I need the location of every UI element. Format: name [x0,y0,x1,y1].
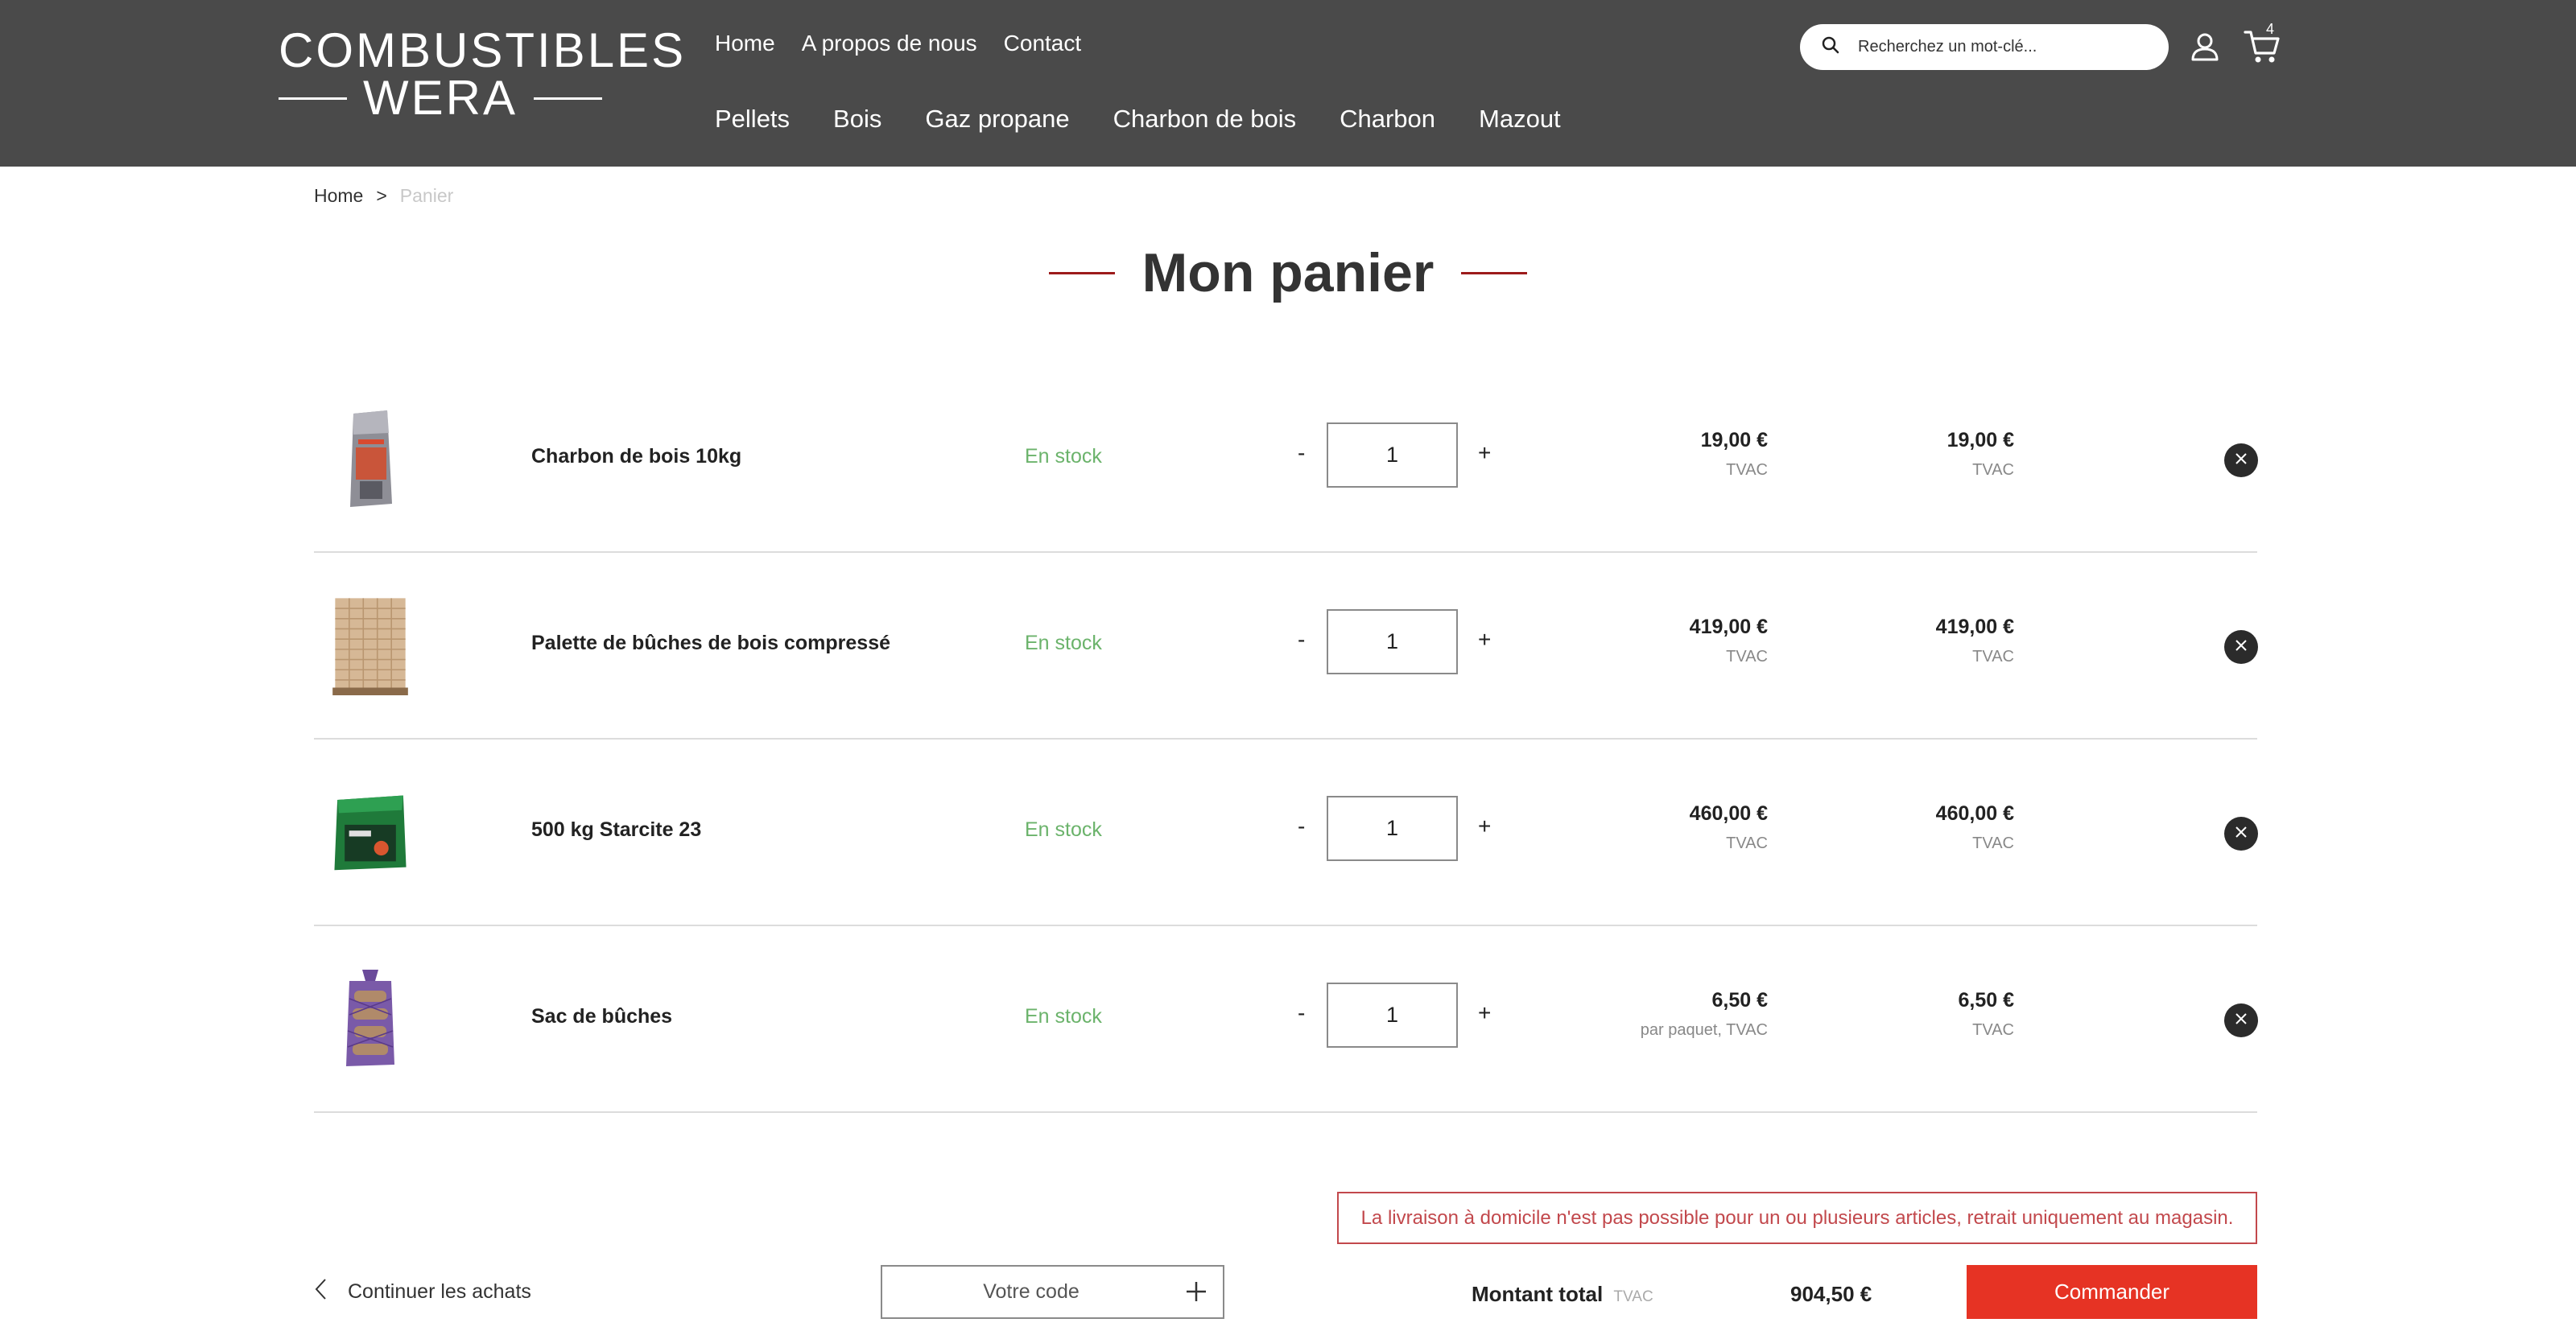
product-name[interactable]: 500 kg Starcite 23 [531,818,701,842]
unit-price-note: TVAC [1726,461,1768,479]
total-amount: 904,50 € [1790,1282,1872,1306]
unit-price-note: par paquet, TVAC [1640,1021,1768,1039]
order-button[interactable]: Commander [1967,1265,2257,1319]
quantity-input[interactable] [1327,422,1458,488]
line-total: 460,00 € [1935,802,2014,825]
plus-icon[interactable] [1184,1279,1208,1308]
main-nav: Pellets Bois Gaz propane Charbon de bois… [715,105,1561,134]
stock-status: En stock [1025,632,1102,654]
breadcrumb-separator: > [376,185,387,206]
coupon-input[interactable] [882,1280,1180,1304]
breadcrumb: Home > Panier [314,185,453,207]
cart-icon[interactable] [2244,29,2281,68]
close-icon [2234,638,2248,657]
remove-item-button[interactable] [2224,443,2258,477]
quantity-increase-button[interactable]: + [1478,814,1491,839]
main-nav-bois[interactable]: Bois [833,105,881,134]
quantity-increase-button[interactable]: + [1478,627,1491,653]
total-label-text: Montant total [1472,1282,1604,1306]
cart-row: Sac de bûches En stock - + 6,50 € par pa… [314,926,2258,1113]
quantity-input[interactable] [1327,609,1458,674]
search-icon[interactable] [1821,35,1840,59]
continue-shopping-label: Continuer les achats [348,1280,531,1303]
logo-bottom: WERA [279,74,602,122]
stock-status: En stock [1025,818,1102,841]
unit-price: 460,00 € [1689,802,1768,825]
logo-divider-left [279,97,347,100]
line-total-note: TVAC [1972,648,2014,666]
unit-price-note: TVAC [1726,648,1768,666]
search-input[interactable] [1858,38,2148,56]
title-divider-right [1461,271,1528,274]
remove-item-button[interactable] [2224,630,2258,664]
quantity-decrease-button[interactable]: - [1298,1000,1305,1026]
product-image[interactable] [330,950,411,1087]
main-nav-mazout[interactable]: Mazout [1479,105,1561,134]
product-name[interactable]: Sac de bûches [531,1005,672,1028]
close-icon [2234,1012,2248,1030]
page-title-wrap: Mon panier [0,241,2576,304]
quantity-input[interactable] [1327,983,1458,1048]
quantity-increase-button[interactable]: + [1478,440,1491,466]
search-bar [1800,24,2169,70]
product-image[interactable] [330,577,411,714]
main-nav-charbon[interactable]: Charbon [1340,105,1435,134]
line-total-note: TVAC [1972,1021,2014,1039]
line-total: 19,00 € [1946,429,2014,451]
top-nav: Home A propos de nous Contact [715,31,1081,56]
site-logo[interactable]: COMBUSTIBLES WERA [279,23,687,122]
unit-price: 6,50 € [1711,989,1768,1012]
continue-shopping-link[interactable]: Continuer les achats [314,1278,531,1306]
quantity-decrease-button[interactable]: - [1298,627,1305,653]
breadcrumb-home[interactable]: Home [314,185,363,207]
unit-price: 19,00 € [1700,429,1768,451]
line-total-note: TVAC [1972,461,2014,479]
main-nav-charbon-de-bois[interactable]: Charbon de bois [1113,105,1297,134]
top-nav-about[interactable]: A propos de nous [802,31,977,56]
coupon-box [881,1265,1224,1319]
user-icon[interactable] [2189,31,2221,67]
title-divider-left [1048,271,1115,274]
logo-bottom-text: WERA [363,71,518,125]
product-image[interactable] [330,390,411,527]
stock-status: En stock [1025,445,1102,468]
product-name[interactable]: Palette de bûches de bois compressé [531,632,890,655]
quantity-increase-button[interactable]: + [1478,1000,1491,1026]
line-total-note: TVAC [1972,834,2014,852]
site-header: COMBUSTIBLES WERA Home A propos de nous … [0,0,2576,167]
cart-row: Charbon de bois 10kg En stock - + 19,00 … [314,366,2258,553]
remove-item-button[interactable] [2224,1003,2258,1037]
cart-row: 500 kg Starcite 23 En stock - + 460,00 €… [314,740,2258,926]
quantity-decrease-button[interactable]: - [1298,440,1305,466]
logo-top-text: COMBUSTIBLES [279,23,687,77]
total-tax-label: TVAC [1613,1288,1653,1305]
cart-row: Palette de bûches de bois compressé En s… [314,553,2258,740]
top-nav-contact[interactable]: Contact [1004,31,1082,56]
breadcrumb-current: Panier [399,185,454,206]
unit-price-note: TVAC [1726,834,1768,852]
close-icon [2234,451,2248,470]
main-nav-gaz-propane[interactable]: Gaz propane [925,105,1069,134]
top-nav-home[interactable]: Home [715,31,775,56]
main-nav-pellets[interactable]: Pellets [715,105,790,134]
line-total: 6,50 € [1958,989,2014,1012]
product-image[interactable] [330,764,411,900]
cart-count-badge: 4 [2266,21,2275,37]
quantity-input[interactable] [1327,796,1458,861]
close-icon [2234,825,2248,843]
delivery-notice: La livraison à domicile n'est pas possib… [1337,1192,2257,1244]
quantity-decrease-button[interactable]: - [1298,814,1305,839]
page-title: Mon panier [1141,242,1435,303]
unit-price: 419,00 € [1689,616,1768,638]
total-label: Montant total TVAC [1472,1282,1653,1307]
chevron-left-icon [314,1278,327,1306]
product-name[interactable]: Charbon de bois 10kg [531,445,741,468]
stock-status: En stock [1025,1005,1102,1028]
line-total: 419,00 € [1935,616,2014,638]
logo-divider-right [534,97,602,100]
remove-item-button[interactable] [2224,817,2258,851]
